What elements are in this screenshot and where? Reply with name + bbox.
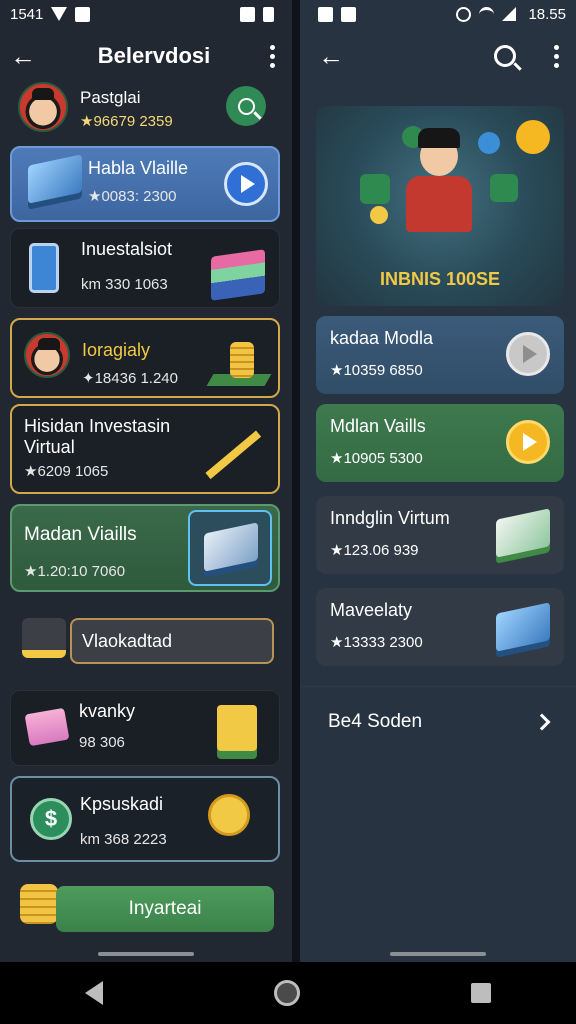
status-bar-left: 1541 xyxy=(0,0,292,28)
coin-icon xyxy=(370,206,388,224)
card-maveelaty[interactable]: Maveelaty ★13333 2300 xyxy=(316,588,564,666)
card-madan[interactable]: Madan Viaills ★1.20:10 7060 xyxy=(10,504,280,592)
signal-icon xyxy=(51,7,68,21)
see-all-label: Be4 Soden xyxy=(328,710,423,732)
play-button[interactable] xyxy=(224,162,268,206)
status-bar-right: 18.55 xyxy=(300,0,576,28)
split-divider[interactable] xyxy=(292,0,300,962)
more-options-icon[interactable] xyxy=(262,44,282,68)
toolbar-left: ← Belervdosi xyxy=(0,36,292,76)
see-all-row[interactable]: Be4 Soden xyxy=(300,686,576,756)
gesture-bar-right xyxy=(390,952,486,956)
dollar-icon: $ xyxy=(30,798,72,840)
selected-box-frame[interactable] xyxy=(188,510,272,586)
card-title: Hisidan Investasin Virtual xyxy=(24,416,171,457)
inyarteai-button[interactable]: Inyarteai xyxy=(56,886,274,932)
hero-title: INBNIS 100SE xyxy=(379,269,501,289)
nav-recents-icon[interactable] xyxy=(470,983,491,1003)
left-panel: 1541 ← Belervdosi Pastglai ★96679 2359 H… xyxy=(0,0,292,962)
cash-icon xyxy=(24,707,70,747)
gold-coin-icon xyxy=(208,794,250,836)
box-icon xyxy=(28,154,82,204)
right-panel: 18.55 ← INBNIS 100SE kadaa Modla ★10359 … xyxy=(300,0,576,962)
card-mdlan[interactable]: Mdlan Vaills ★10905 5300 xyxy=(316,404,564,482)
vlaokadtad-button[interactable]: Vlaokadtad xyxy=(70,618,274,664)
gold-bar-icon xyxy=(217,705,257,751)
back-arrow-icon[interactable]: ← xyxy=(10,41,46,72)
nav-back-icon[interactable] xyxy=(85,981,104,1005)
profile-stats: ★96679 2359 xyxy=(80,113,173,130)
search-icon xyxy=(237,97,255,115)
avatar xyxy=(24,332,70,378)
coin-stack-icon xyxy=(206,338,272,386)
nav-home-icon[interactable] xyxy=(273,980,300,1006)
card-stats: ★6209 1065 xyxy=(24,463,109,480)
card-habla[interactable]: Habla Vlaille ★0083: 2300 xyxy=(10,146,280,222)
card-inuestal[interactable]: Inuestalsiot km 330 1063 xyxy=(10,228,280,308)
notification-icon xyxy=(75,6,91,22)
money-stack-icon xyxy=(211,249,265,301)
system-nav-bar xyxy=(0,962,576,1024)
battery-icon xyxy=(263,6,274,22)
toolbar-right: ← xyxy=(300,36,576,76)
box-icon xyxy=(204,522,258,572)
wifi-icon xyxy=(479,6,495,22)
play-button[interactable] xyxy=(506,420,550,464)
card-kvanky[interactable]: kvanky 98 306 xyxy=(10,690,280,766)
button-label: Inyarteai xyxy=(128,898,202,919)
page-title: Belervdosi xyxy=(97,43,211,68)
profile-name: Pastglai xyxy=(80,88,141,107)
search-icon[interactable] xyxy=(494,45,516,67)
avatar[interactable] xyxy=(18,82,68,132)
signal-icon xyxy=(502,7,517,21)
growth-arrow-icon xyxy=(205,430,262,480)
gesture-bar-left xyxy=(98,952,194,956)
investor-character xyxy=(402,128,476,236)
chevron-right-icon xyxy=(533,713,551,730)
photo-icon xyxy=(240,6,255,22)
calculator-icon xyxy=(29,243,59,293)
card-ioragialy[interactable]: Ioragialy ✦18436 1.240 xyxy=(10,318,280,398)
button-label: Vlaokadtad xyxy=(82,630,173,651)
search-button[interactable] xyxy=(226,86,266,126)
play-button[interactable] xyxy=(506,332,550,376)
more-options-icon[interactable] xyxy=(546,44,566,68)
hero-banner[interactable]: INBNIS 100SE xyxy=(316,106,564,306)
yellow-play-icon xyxy=(516,120,550,154)
coin-chest-icon xyxy=(22,618,66,658)
coin-stack-icon xyxy=(20,884,58,924)
card-inndglin[interactable]: Inndglin Virtum ★123.06 939 xyxy=(316,496,564,574)
back-arrow-icon[interactable]: ← xyxy=(318,41,354,72)
chart-icon xyxy=(490,174,518,202)
card-hisidan[interactable]: Hisidan Investasin Virtual ★6209 1065 xyxy=(10,404,280,494)
alarm-icon xyxy=(456,6,472,22)
blue-badge-icon xyxy=(478,132,500,154)
image-icon xyxy=(341,6,356,22)
clock-right: 18.55 xyxy=(528,5,566,23)
card-kadaa[interactable]: kadaa Modla ★10359 6850 xyxy=(316,316,564,394)
app-icon xyxy=(318,6,333,22)
card-kpsuskadi[interactable]: $ Kpsuskadi km 368 2223 xyxy=(10,776,280,862)
clock-left: 1541 xyxy=(10,5,44,23)
money-icon xyxy=(360,174,390,204)
